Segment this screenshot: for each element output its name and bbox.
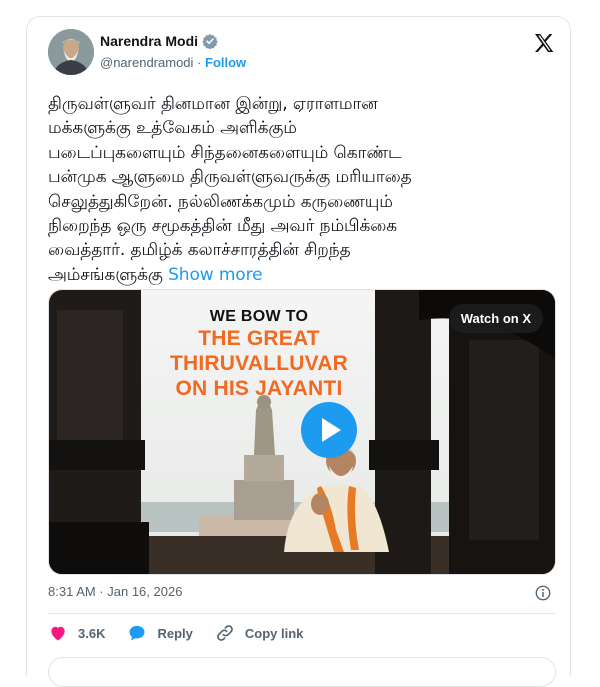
tweet-text-line: நிறைந்த ஒரு சமூகத்தின் மீது அவர் நம்பிக்… bbox=[48, 216, 398, 237]
play-button[interactable] bbox=[301, 402, 357, 458]
handle-separator: · bbox=[197, 55, 202, 70]
tweet-text-line: மக்களுக்கு உத்வேகம் அளிக்கும் bbox=[48, 118, 297, 139]
timestamp-row: 8:31 AM · Jan 16, 2026 bbox=[48, 584, 552, 604]
watch-on-x-button[interactable]: Watch on X bbox=[448, 304, 543, 333]
tweet-text-line: செலுத்துகிறேன். நல்லிணக்கமும் கருணையும் bbox=[48, 191, 393, 212]
avatar[interactable] bbox=[48, 29, 94, 75]
tweet-timestamp[interactable]: 8:31 AM · Jan 16, 2026 bbox=[48, 584, 182, 599]
tweet-text-last-words: அம்சங்களுக்கு bbox=[48, 264, 163, 285]
tweet-text-line-last: அம்சங்களுக்கு Show more bbox=[48, 263, 548, 287]
follow-button[interactable]: Follow bbox=[205, 55, 246, 70]
tweet-header: Narendra Modi @narendramodi · Follow bbox=[48, 29, 556, 77]
headline-line-4: ON HIS JAYANTI bbox=[175, 377, 343, 400]
x-logo-icon[interactable] bbox=[532, 31, 556, 55]
tweet-text-line: வைத்தார். தமிழ்க் கலாச்சாரத்தின் சிறந்த bbox=[48, 240, 351, 261]
divider bbox=[48, 613, 556, 614]
author-handle-row: @narendramodi · Follow bbox=[100, 55, 246, 70]
link-icon bbox=[217, 625, 233, 641]
copy-link-label: Copy link bbox=[244, 625, 304, 641]
author-name-row: Narendra Modi bbox=[100, 33, 218, 49]
reply-button[interactable]: Reply bbox=[127, 623, 193, 643]
verified-badge-icon bbox=[202, 34, 218, 49]
like-button[interactable]: 3.6K bbox=[48, 623, 105, 643]
tweet-text-line: திருவள்ளுவர் தினமான இன்று, ஏராளமான bbox=[48, 94, 378, 114]
tweet-text-line: படைப்புகளையும் சிந்தனைகளையும் கொண்ட bbox=[48, 142, 402, 163]
info-icon[interactable] bbox=[534, 584, 552, 602]
author-name[interactable]: Narendra Modi bbox=[100, 33, 198, 49]
play-icon bbox=[322, 418, 341, 442]
headline-line-1: WE BOW TO bbox=[209, 308, 309, 325]
video-thumbnail[interactable]: WE BOW TO THE GREAT THIRUVALLUVAR ON HIS… bbox=[48, 289, 556, 575]
tweet-text: திருவள்ளுவர் தினமான இன்று, ஏராளமான மக்கள… bbox=[48, 92, 548, 287]
tweet-text-line: பன்முக ஆளுமை திருவள்ளுவருக்கு மரியாதை bbox=[48, 167, 412, 188]
like-count: 3.6K bbox=[78, 625, 106, 641]
avatar-image bbox=[48, 29, 94, 75]
reply-label: Reply bbox=[157, 625, 193, 641]
headline-line-3: THIRUVALLUVAR bbox=[170, 352, 348, 375]
video-headline: WE BOW TO THE GREAT THIRUVALLUVAR ON HIS… bbox=[144, 308, 374, 401]
heart-icon bbox=[51, 626, 65, 641]
show-more-link[interactable]: Show more bbox=[168, 265, 263, 285]
tweet-card: Narendra Modi @narendramodi · Follow திர… bbox=[26, 16, 571, 687]
author-handle[interactable]: @narendramodi bbox=[100, 55, 193, 70]
tweet-actions: 3.6K Reply Copy link bbox=[48, 623, 325, 643]
copy-link-button[interactable]: Copy link bbox=[215, 623, 304, 643]
headline-line-2: THE GREAT bbox=[198, 327, 320, 350]
read-replies-button[interactable] bbox=[48, 657, 556, 687]
reply-icon bbox=[129, 625, 145, 641]
